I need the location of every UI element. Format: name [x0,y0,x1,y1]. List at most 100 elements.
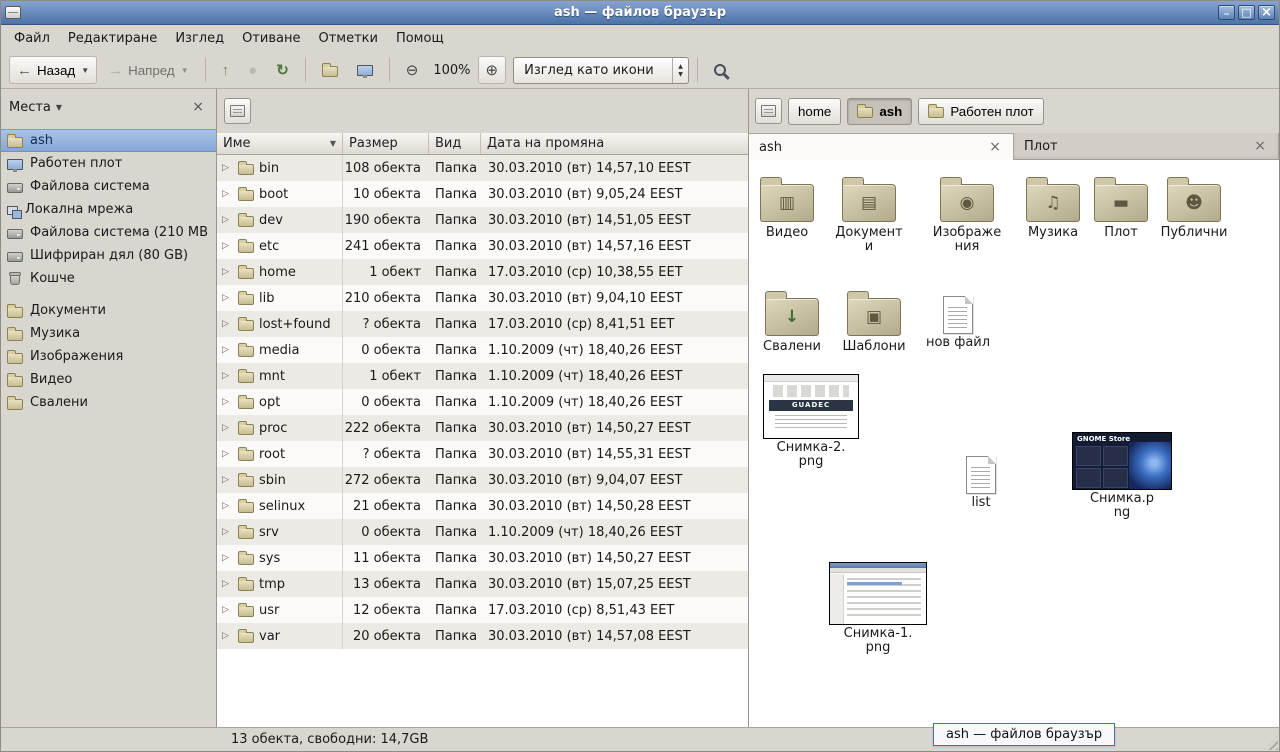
spinner-arrows-icon[interactable]: ▲▼ [672,58,688,83]
path-button[interactable]: home [788,98,841,125]
expander-icon[interactable] [222,501,233,511]
file-row[interactable]: usr 12 обекта Папка 17.03.2010 (ср) 8,51… [217,597,748,623]
icon-item-downloads[interactable]: Свалени [756,288,828,354]
close-icon[interactable] [1258,5,1275,20]
expander-icon[interactable] [222,267,233,277]
sidebar-item[interactable]: Документи [1,299,216,322]
sidebar-item[interactable]: Работен плот [1,152,216,175]
file-row[interactable]: lib 210 обекта Папка 30.03.2010 (вт) 9,0… [217,285,748,311]
file-row[interactable]: home 1 обект Папка 17.03.2010 (ср) 10,38… [217,259,748,285]
expander-icon[interactable] [222,163,233,173]
icon-item-music[interactable]: Музика [1017,174,1089,240]
file-list[interactable]: bin 108 обекта Папка 30.03.2010 (вт) 14,… [217,155,748,727]
sidebar-close-icon[interactable]: × [188,99,208,115]
file-row[interactable]: bin 108 обекта Папка 30.03.2010 (вт) 14,… [217,155,748,181]
minimize-icon[interactable] [1218,5,1235,20]
view-mode-select[interactable]: Изглед като икони ▲▼ [513,57,689,84]
expander-icon[interactable] [222,319,233,329]
icon-item-public[interactable]: Публични [1158,174,1230,240]
expander-icon[interactable] [222,449,233,459]
back-dropdown-icon[interactable]: ▼ [81,66,89,75]
icon-item-list[interactable]: list [945,448,1017,510]
expander-icon[interactable] [222,397,233,407]
menu-item[interactable]: Помощ [387,25,453,52]
expander-icon[interactable] [222,345,233,355]
sidebar-item[interactable]: Файлова система [1,175,216,198]
expander-icon[interactable] [222,423,233,433]
places-title[interactable]: Места [9,100,51,115]
zoom-in-button[interactable]: ⊕ [478,56,507,84]
expander-icon[interactable] [222,189,233,199]
menu-item[interactable]: Файл [5,25,59,52]
stop-button[interactable]: ● [240,56,265,84]
file-row[interactable]: etc 241 обекта Папка 30.03.2010 (вт) 14,… [217,233,748,259]
icon-item-snimka-2[interactable]: GUADEC Снимка-2.png [762,374,860,469]
file-row[interactable]: var 20 обекта Папка 30.03.2010 (вт) 14,5… [217,623,748,649]
expander-icon[interactable] [222,605,233,615]
sidebar-item[interactable]: Свалени [1,391,216,414]
places-dropdown-icon[interactable]: ▼ [56,103,62,112]
path-button[interactable]: Работен плот [918,98,1043,125]
file-row[interactable]: mnt 1 обект Папка 1.10.2009 (чт) 18,40,2… [217,363,748,389]
expander-icon[interactable] [222,579,233,589]
file-row[interactable]: tmp 13 обекта Папка 30.03.2010 (вт) 15,0… [217,571,748,597]
column-header-size[interactable]: Размер [343,133,429,154]
sidebar-item[interactable]: Шифриран дял (80 GB) [1,244,216,267]
menu-item[interactable]: Редактиране [59,25,166,52]
tab-close-icon[interactable]: × [987,139,1003,155]
back-button[interactable]: ← Назад ▼ [9,56,97,84]
expander-icon[interactable] [222,241,233,251]
file-row[interactable]: lost+found ? обекта Папка 17.03.2010 (ср… [217,311,748,337]
tab[interactable]: Плот × [1014,133,1279,159]
path-button[interactable]: ash [847,98,912,125]
sidebar-item[interactable]: ash [1,129,216,152]
expander-icon[interactable] [222,293,233,303]
file-row[interactable]: media 0 обекта Папка 1.10.2009 (чт) 18,4… [217,337,748,363]
home-button[interactable] [314,56,346,84]
sidebar-item[interactable]: Изображения [1,345,216,368]
menu-item[interactable]: Отметки [309,25,386,52]
zoom-out-button[interactable]: ⊖ [398,56,427,84]
column-header-type[interactable]: Вид [429,133,481,154]
column-header-date[interactable]: Дата на промяна [481,133,748,154]
file-row[interactable]: root ? обекта Папка 30.03.2010 (вт) 14,5… [217,441,748,467]
maximize-icon[interactable] [1238,5,1255,20]
icon-item-documents[interactable]: Документи [833,174,905,254]
expander-icon[interactable] [222,475,233,485]
forward-button[interactable]: → Напред ▼ [100,56,197,84]
expander-icon[interactable] [222,371,233,381]
resize-grip[interactable] [1264,736,1278,750]
file-row[interactable]: proc 222 обекта Папка 30.03.2010 (вт) 14… [217,415,748,441]
icon-item-templates[interactable]: Шаблони [838,288,910,354]
file-row[interactable]: boot 10 обекта Папка 30.03.2010 (вт) 9,0… [217,181,748,207]
sidebar-item[interactable]: Локална мрежа [1,198,216,221]
file-row[interactable]: dev 190 обекта Папка 30.03.2010 (вт) 14,… [217,207,748,233]
icon-item-video[interactable]: Видео [751,174,823,240]
expander-icon[interactable] [222,215,233,225]
menu-item[interactable]: Отиване [233,25,309,52]
expander-icon[interactable] [222,631,233,641]
expander-icon[interactable] [222,527,233,537]
sidebar-item[interactable]: Видео [1,368,216,391]
icon-item-images[interactable]: Изображения [931,174,1003,254]
column-header-name[interactable]: Име ▼ [217,133,343,154]
tab[interactable]: ash × [749,133,1014,160]
icon-item-new-file[interactable]: нов файл [922,288,994,350]
icon-item-desktop[interactable]: Плот [1085,174,1157,240]
sidebar-item[interactable]: Файлова система (210 MB) [1,221,216,244]
icon-view[interactable]: Видео Документи Изображения Музика Плот [749,160,1279,727]
file-row[interactable]: selinux 21 обекта Папка 30.03.2010 (вт) … [217,493,748,519]
up-button[interactable]: ↑ [214,56,238,84]
menu-item[interactable]: Изглед [166,25,233,52]
sidebar-item[interactable]: Музика [1,322,216,345]
titlebar[interactable]: ash — файлов браузър [1,1,1279,25]
reload-button[interactable]: ↻ [268,56,297,84]
sidebar-item[interactable]: Кошче [1,267,216,290]
icon-item-snimka[interactable]: GNOME Store Снимка.png [1072,432,1172,520]
file-row[interactable]: opt 0 обекта Папка 1.10.2009 (чт) 18,40,… [217,389,748,415]
file-row[interactable]: sys 11 обекта Папка 30.03.2010 (вт) 14,5… [217,545,748,571]
tab-close-icon[interactable]: × [1252,138,1268,154]
file-row[interactable]: sbin 272 обекта Папка 30.03.2010 (вт) 9,… [217,467,748,493]
pathbar-toggle-button[interactable] [224,98,251,124]
expander-icon[interactable] [222,553,233,563]
